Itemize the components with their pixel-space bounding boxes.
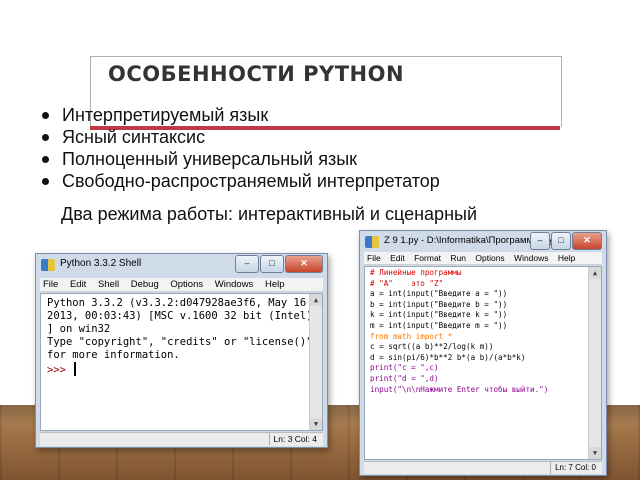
slide-title: ОСОБЕННОСТИ PYTHON — [108, 62, 405, 86]
editor-window: Z 9 1.py - D:\Informatika\Программы Py..… — [359, 230, 607, 476]
editor-statusbar: Ln: 7 Col: 0 — [364, 461, 602, 474]
code-line: input("\n\nНажмите Enter чтобы выйти.") — [370, 384, 549, 394]
menu-file[interactable]: File — [43, 279, 58, 290]
code-line: b = int(input("Введите b = ")) — [370, 299, 508, 309]
bullet-dot-icon — [42, 178, 49, 185]
bullet-item: Свободно-распространяемый интерпретатор — [36, 170, 440, 192]
shell-titlebar[interactable]: Python 3.3.2 Shell – □ ✕ — [36, 254, 327, 276]
bullet-list: Интерпретируемый язык Ясный синтаксис По… — [36, 104, 440, 192]
bullet-text: Ясный синтаксис — [62, 127, 206, 147]
python-icon — [365, 236, 379, 248]
shell-output-line: Type "copyright", "credits" or "license(… — [47, 336, 313, 348]
menu-shell[interactable]: Shell — [98, 279, 119, 290]
maximize-icon[interactable]: □ — [551, 232, 571, 250]
code-line: from math import * — [370, 331, 453, 341]
text-cursor — [74, 362, 77, 376]
shell-output-line: for more information. — [47, 349, 180, 361]
cursor-position: Ln: 3 Col: 4 — [268, 433, 321, 445]
scroll-up-icon[interactable]: ▲ — [589, 267, 601, 279]
code-editor[interactable]: # Линейные программы # "A" это "Z" a = i… — [364, 266, 602, 460]
menu-edit[interactable]: Edit — [70, 279, 86, 290]
bullet-text: Интерпретируемый язык — [62, 105, 269, 125]
code-line: d = sin(pi/6)*b**2 b*(a b)/(a*b*k) — [370, 352, 526, 362]
code-line: # Линейные программы — [370, 268, 462, 277]
editor-window-controls: – □ ✕ — [529, 232, 602, 250]
shell-output-line: 2013, 00:03:43) [MSC v.1600 32 bit (Inte… — [47, 310, 313, 322]
menu-options[interactable]: Options — [170, 279, 203, 290]
shell-output-line: ] on win32 — [47, 323, 111, 335]
code-line: a = int(input("Введите a = ")) — [370, 289, 508, 299]
python-icon — [41, 259, 55, 271]
code-line: c = sqrt((a b)**2/log(k m)) — [370, 342, 494, 352]
scroll-down-icon[interactable]: ▼ — [589, 447, 601, 459]
maximize-icon[interactable]: □ — [260, 255, 284, 273]
minimize-icon[interactable]: – — [530, 232, 550, 250]
shell-output-line: Python 3.3.2 (v3.3.2:d047928ae3f6, May 1… — [47, 297, 307, 309]
scroll-up-icon[interactable]: ▲ — [310, 294, 322, 306]
code-line: k = int(input("Введите k = ")) — [370, 310, 508, 320]
shell-prompt[interactable]: >>> — [47, 362, 308, 377]
prompt-text: >>> — [47, 364, 73, 376]
scroll-down-icon[interactable]: ▼ — [310, 418, 322, 430]
bullet-dot-icon — [42, 112, 49, 119]
shell-text-area[interactable]: Python 3.3.2 (v3.3.2:d047928ae3f6, May 1… — [40, 293, 323, 431]
close-icon[interactable]: ✕ — [572, 232, 602, 250]
menu-edit[interactable]: Edit — [390, 253, 405, 263]
bullet-dot-icon — [42, 156, 49, 163]
editor-scrollbar[interactable]: ▲ ▼ — [588, 267, 601, 459]
shell-window-title: Python 3.3.2 Shell — [60, 258, 142, 269]
menu-options[interactable]: Options — [475, 253, 504, 263]
python-shell-window: Python 3.3.2 Shell – □ ✕ File Edit Shell… — [35, 253, 328, 448]
shell-window-controls: – □ ✕ — [234, 255, 323, 273]
menu-windows[interactable]: Windows — [215, 279, 254, 290]
menu-help[interactable]: Help — [558, 253, 575, 263]
slide-subtitle: Два режима работы: интерактивный и сцена… — [61, 204, 478, 224]
shell-scrollbar[interactable]: ▲ ▼ — [309, 294, 322, 430]
menu-debug[interactable]: Debug — [131, 279, 159, 290]
code-line: m = int(input("Введите m = ")) — [370, 320, 508, 330]
menu-file[interactable]: File — [367, 253, 381, 263]
code-line: print("d = ",d) — [370, 373, 439, 383]
editor-titlebar[interactable]: Z 9 1.py - D:\Informatika\Программы Py..… — [360, 231, 606, 253]
editor-menubar: File Edit Format Run Options Windows Hel… — [364, 252, 602, 265]
shell-statusbar: Ln: 3 Col: 4 — [40, 432, 323, 446]
cursor-position: Ln: 7 Col: 0 — [550, 462, 600, 474]
bullet-text: Свободно-распространяемый интерпретатор — [62, 171, 440, 191]
code-line: # "A" это "Z" — [370, 278, 444, 288]
bullet-item: Ясный синтаксис — [36, 126, 440, 148]
bullet-item: Интерпретируемый язык — [36, 104, 440, 126]
minimize-icon[interactable]: – — [235, 255, 259, 273]
close-icon[interactable]: ✕ — [285, 255, 323, 273]
menu-run[interactable]: Run — [450, 253, 466, 263]
menu-windows[interactable]: Windows — [514, 253, 548, 263]
menu-help[interactable]: Help — [265, 279, 285, 290]
bullet-dot-icon — [42, 134, 49, 141]
bullet-item: Полноценный универсальный язык — [36, 148, 440, 170]
code-line: print("c = ",c) — [370, 363, 439, 373]
menu-format[interactable]: Format — [414, 253, 441, 263]
bullet-text: Полноценный универсальный язык — [62, 149, 358, 169]
shell-menubar: File Edit Shell Debug Options Windows He… — [40, 278, 323, 292]
